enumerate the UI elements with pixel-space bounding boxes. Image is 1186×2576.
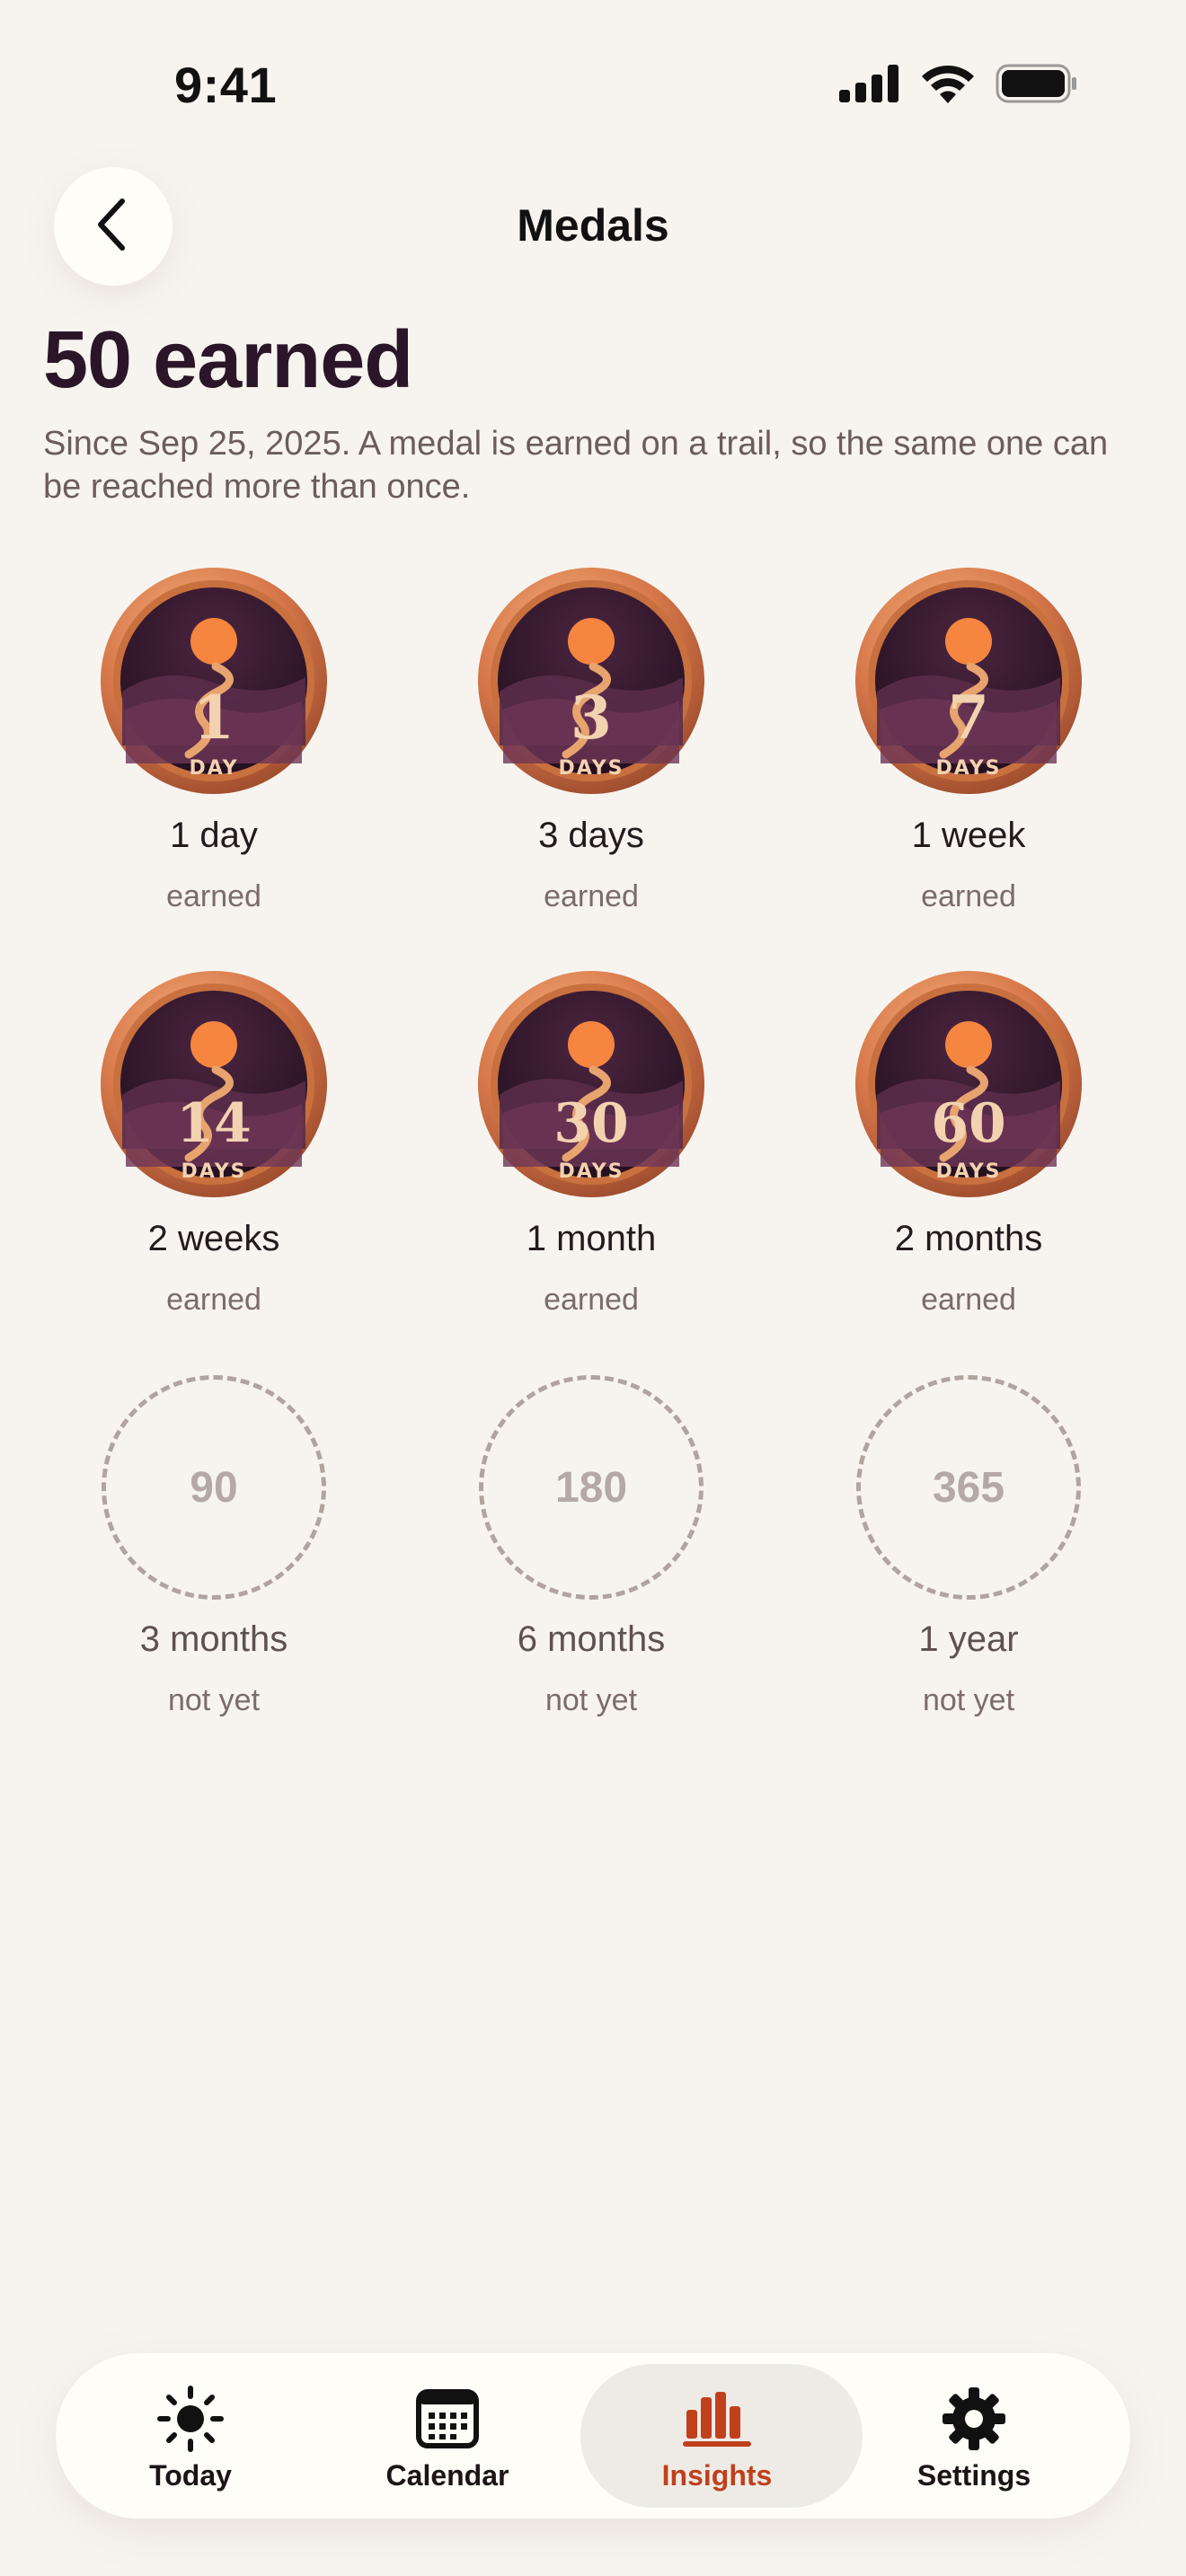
medals-description: Since Sep 25, 2025. A medal is earned on…	[43, 425, 1109, 506]
medal-status: earned	[921, 1283, 1016, 1317]
battery-icon	[996, 64, 1078, 108]
status-bar: 9:41	[0, 0, 1186, 171]
locked-medal-ring: 90	[102, 1375, 326, 1600]
medal-number: 3	[571, 683, 612, 753]
page-title: Medals	[517, 200, 669, 251]
medal-item[interactable]: 30 DAYS 1 month earned	[429, 969, 753, 1318]
calendar-icon	[313, 2386, 582, 2452]
medal-status: earned	[166, 1283, 261, 1317]
medal-status: not yet	[544, 1683, 638, 1717]
medal-label: 1 week	[911, 816, 1026, 855]
medal-item[interactable]: 60 DAYS 2 months earned	[807, 969, 1130, 1318]
medal-number: 180	[554, 1463, 628, 1512]
medal-label: 2 weeks	[147, 1219, 280, 1258]
medal-status: not yet	[167, 1683, 261, 1717]
medal-item[interactable]: 3 DAYS 3 days earned	[429, 566, 753, 914]
medal-unit: DAYS	[936, 1160, 1002, 1183]
tab-label: Calendar	[385, 2459, 509, 2492]
medal-number: 14	[176, 1092, 252, 1155]
medal-item[interactable]: 7 DAYS 1 week earned	[807, 566, 1130, 914]
medal-number: 60	[931, 1092, 1006, 1155]
medal-badge-icon: 14 DAYS	[101, 971, 327, 1197]
medal-badge-icon: 3 DAYS	[478, 568, 704, 794]
medal-status: earned	[544, 879, 639, 913]
medal-number: 90	[190, 1463, 238, 1512]
medal-label: 3 months	[139, 1619, 288, 1659]
medal-badge-icon: 7 DAYS	[855, 568, 1082, 794]
medal-badge-icon: 30 DAYS	[478, 971, 704, 1197]
medal-label: 1 day	[170, 816, 258, 855]
locked-medal-ring: 180	[479, 1375, 704, 1600]
medal-status: not yet	[922, 1683, 1015, 1717]
medal-label: 2 months	[894, 1219, 1043, 1258]
medal-label: 1 year	[918, 1619, 1019, 1659]
tab-bar: Today Calendar Insights Settings	[56, 2353, 1130, 2519]
medal-number: 365	[932, 1463, 1005, 1512]
tab-label: Insights	[661, 2459, 773, 2492]
medal-item[interactable]: 14 DAYS 2 weeks earned	[52, 969, 376, 1318]
tab-calendar[interactable]: Calendar	[313, 2353, 582, 2519]
bar-chart-icon	[582, 2386, 852, 2452]
sun-icon	[56, 2386, 325, 2452]
tab-label: Settings	[916, 2459, 1031, 2492]
medal-status: earned	[544, 1283, 639, 1317]
medal-number: 7	[948, 683, 989, 753]
medal-badge-icon: 60 DAYS	[855, 971, 1082, 1197]
tab-label: Today	[149, 2459, 232, 2492]
medal-unit: DAYS	[559, 1160, 624, 1183]
medal-unit: DAYS	[181, 1160, 247, 1183]
cellular-signal-icon	[839, 64, 900, 107]
medal-status: earned	[166, 879, 261, 913]
medal-badge-icon: 1 DAY	[101, 568, 327, 794]
locked-medal-ring: 365	[856, 1375, 1081, 1600]
tab-today[interactable]: Today	[56, 2353, 325, 2519]
medal-item-locked[interactable]: 365 1 year not yet	[807, 1372, 1130, 1718]
medal-unit: DAYS	[936, 757, 1002, 780]
medal-item-locked[interactable]: 180 6 months not yet	[429, 1372, 753, 1718]
tab-insights[interactable]: Insights	[580, 2353, 863, 2519]
gear-icon	[839, 2386, 1109, 2452]
medal-label: 1 month	[526, 1219, 657, 1258]
medal-status: earned	[921, 879, 1016, 913]
medal-label: 3 days	[538, 816, 644, 855]
status-time: 9:41	[174, 57, 278, 113]
status-icons	[839, 63, 1078, 108]
medal-unit: DAY	[189, 757, 238, 780]
earned-count-headline: 50 earned	[43, 315, 413, 405]
medal-item[interactable]: 1 DAY 1 day earned	[52, 566, 376, 914]
medal-item-locked[interactable]: 90 3 months not yet	[52, 1372, 376, 1718]
medal-label: 6 months	[517, 1619, 666, 1659]
medal-number: 1	[193, 683, 235, 753]
medal-unit: DAYS	[559, 757, 624, 780]
medal-number: 30	[553, 1092, 629, 1155]
wifi-icon	[920, 64, 976, 108]
tab-settings[interactable]: Settings	[839, 2353, 1109, 2519]
